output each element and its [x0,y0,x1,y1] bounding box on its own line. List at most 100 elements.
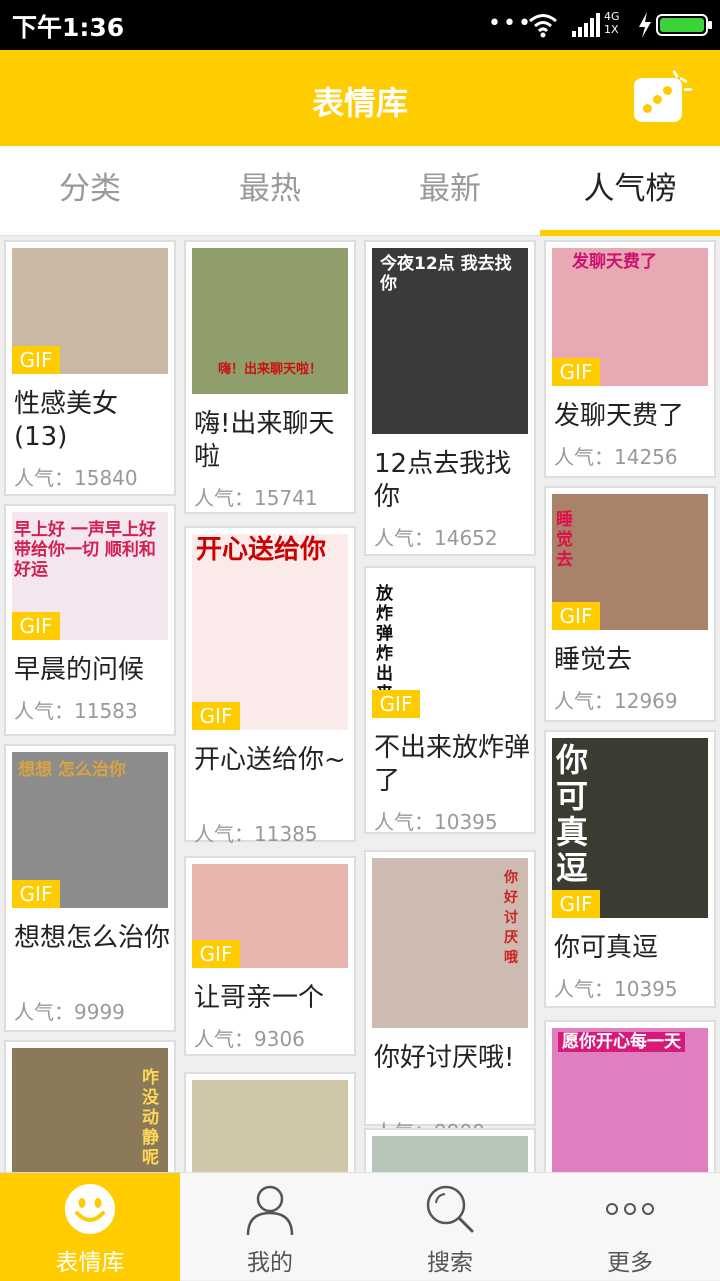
nav-label: 更多 [607,1250,653,1276]
emoji-thumbnail[interactable]: 开心送给你 GIF [192,534,348,730]
emoji-name: 你可真逗 [554,933,659,963]
image-caption: 发聊天费了 [572,252,657,272]
gif-badge: GIF [552,358,600,386]
emoji-thumbnail[interactable]: 发聊天费了 GIF [552,248,708,386]
image-caption: 想想 怎么治你 [18,760,126,780]
network-type: 4G 1X [604,10,620,36]
charging-icon [639,12,651,38]
emoji-thumbnail[interactable]: 愿你开心每一天GIF [552,1028,708,1172]
search-icon [426,1185,474,1233]
emoji-name: 想想怎么治你 [14,923,171,953]
image-caption: 开心送给你 [196,535,327,565]
status-bar: 下午1:36 ••• 4G 1X [0,0,720,50]
smiley-icon [65,1184,115,1234]
emoji-name: 性感美女(13) [14,389,119,452]
image-caption: 嗨！出来聊天啦！ [218,362,323,377]
emoji-card[interactable]: 早上好 一声早上好 带给你一切 顺利和好运 GIF 早晨的问候人气：11583 [4,504,176,736]
emoji-thumbnail[interactable]: 你可真逗 GIF [552,738,708,918]
nav-search[interactable]: 搜索 [360,1173,540,1281]
emoji-card[interactable]: GIF 性感美女(13) 人气：15840 [4,240,176,496]
status-time: 下午1:36 [12,13,125,42]
emoji-name: 12点去我找你 [374,449,512,512]
emoji-card[interactable]: 咋没动静呢 [4,1040,176,1172]
emoji-thumbnail[interactable]: 想想 怎么治你 GIF [12,752,168,908]
emoji-thumbnail[interactable]: GIF [192,864,348,968]
popularity-count: 人气：10395 [554,977,678,1001]
emoji-card[interactable]: GIF [184,1072,356,1172]
emoji-name: 嗨!出来聊天啦 [194,409,335,472]
nav-label: 搜索 [427,1250,473,1276]
image-caption: 咋没动静呢 [142,1068,159,1168]
emoji-card[interactable]: GIF 让哥亲一个人气：9306 [184,856,356,1056]
emoji-card[interactable]: 愿你开心每一天GIF [544,1020,716,1172]
gif-badge: GIF [372,690,420,718]
bottom-nav: 表情库 我的 搜索 更多 [0,1172,720,1281]
popularity-count: 人气：10395 [374,810,498,834]
emoji-card[interactable]: 发聊天费了 GIF 发聊天费了人气：14256 [544,240,716,478]
dice-icon[interactable] [634,69,692,122]
emoji-card[interactable]: 你好讨厌哦你好讨厌哦!人气：9900 [364,850,536,1144]
emoji-name: 发聊天费了 [554,401,685,431]
more-icon [606,1203,654,1215]
emoji-card[interactable]: 你可真逗 GIF 你可真逗人气：10395 [544,730,716,1008]
popularity-count: 人气：15840 [14,466,138,490]
emoji-name: 不出来放炸弹了 [374,733,531,796]
gif-badge: GIF [552,890,600,918]
emoji-thumbnail[interactable]: 放炸弹炸出来 太静了GIF [372,574,528,718]
gif-badge: GIF [12,612,60,640]
emoji-thumbnail[interactable]: GIF [12,248,168,374]
emoji-card[interactable]: 想想 怎么治你 GIF 想想怎么治你人气：9999 [4,744,176,1032]
notification-dots-icon: ••• [488,11,533,36]
emoji-thumbnail[interactable]: 咋没动静呢 [12,1048,168,1172]
emoji-card[interactable]: 放炸弹炸出来 太静了GIF 不出来放炸弹了人气：10395 [364,566,536,834]
popularity-count: 人气：9999 [14,1000,125,1024]
popularity-count: 人气：11583 [14,699,138,723]
emoji-name: 你好讨厌哦! [374,1043,515,1073]
signal-icon [572,13,600,37]
emoji-thumbnail[interactable]: 睡觉去 GIF [552,494,708,630]
gif-badge: GIF [552,602,600,630]
gif-badge: GIF [12,346,60,374]
tab-newest[interactable]: 最新 [360,146,540,236]
emoji-name: 早晨的问候 [14,655,145,685]
page-title: 表情库 [311,84,408,122]
popularity-count: 人气：9306 [194,1027,305,1051]
image-caption: 愿你开心每一天 [558,1032,685,1052]
tab-popularity[interactable]: 人气榜 [540,146,720,236]
emoji-thumbnail[interactable]: 你好讨厌哦 [372,858,528,1028]
popularity-count: 人气：14652 [374,526,498,550]
emoji-card[interactable]: 开心送给你 GIF 开心送给你~ 人气：11385 [184,526,356,846]
emoji-name: 让哥亲一个 [194,983,325,1013]
nav-mine[interactable]: 我的 [180,1173,360,1281]
emoji-image [372,1136,528,1172]
nav-emoji-library[interactable]: 表情库 [0,1173,180,1281]
gif-badge: GIF [192,940,240,968]
emoji-card[interactable] [364,1128,536,1172]
emoji-thumbnail[interactable]: 早上好 一声早上好 带给你一切 顺利和好运 GIF [12,512,168,640]
person-icon [246,1185,294,1235]
emoji-thumbnail[interactable]: 今夜12点 我去找你 [372,248,528,434]
image-caption: 你好讨厌哦 [504,870,518,966]
emoji-grid: GIF 性感美女(13) 人气：15840 早上好 一声早上好 带给你一切 顺利和好运… [0,236,720,1172]
emoji-thumbnail[interactable]: 嗨！出来聊天啦！ [192,248,348,394]
gif-badge: GIF [192,702,240,730]
emoji-card[interactable]: 今夜12点 我去找你 12点去我找你人气：14652 [364,240,536,556]
image-caption: 你可真逗 [556,741,589,887]
tab-hottest[interactable]: 最热 [180,146,360,236]
emoji-card[interactable]: 睡觉去 GIF 睡觉去人气：12969 [544,486,716,722]
emoji-name: 睡觉去 [554,645,633,675]
emoji-thumbnail[interactable]: GIF [192,1080,348,1172]
nav-label: 表情库 [55,1250,125,1276]
tab-bar: 分类 最热 最新 人气榜 [0,146,720,236]
popularity-count: 人气：12969 [554,689,678,713]
nav-label: 我的 [247,1250,293,1276]
emoji-card[interactable]: 嗨！出来聊天啦！ 嗨!出来聊天啦人气：15741 [184,240,356,514]
app-header: 表情库 [0,50,720,146]
popularity-count: 人气：14256 [554,445,678,469]
tab-category[interactable]: 分类 [0,146,180,236]
popularity-count: 人气：15741 [194,486,318,510]
nav-more[interactable]: 更多 [540,1173,720,1281]
emoji-thumbnail[interactable] [372,1136,528,1172]
emoji-image [192,1080,348,1172]
image-caption: 早上好 一声早上好 带给你一切 顺利和好运 [14,520,156,580]
